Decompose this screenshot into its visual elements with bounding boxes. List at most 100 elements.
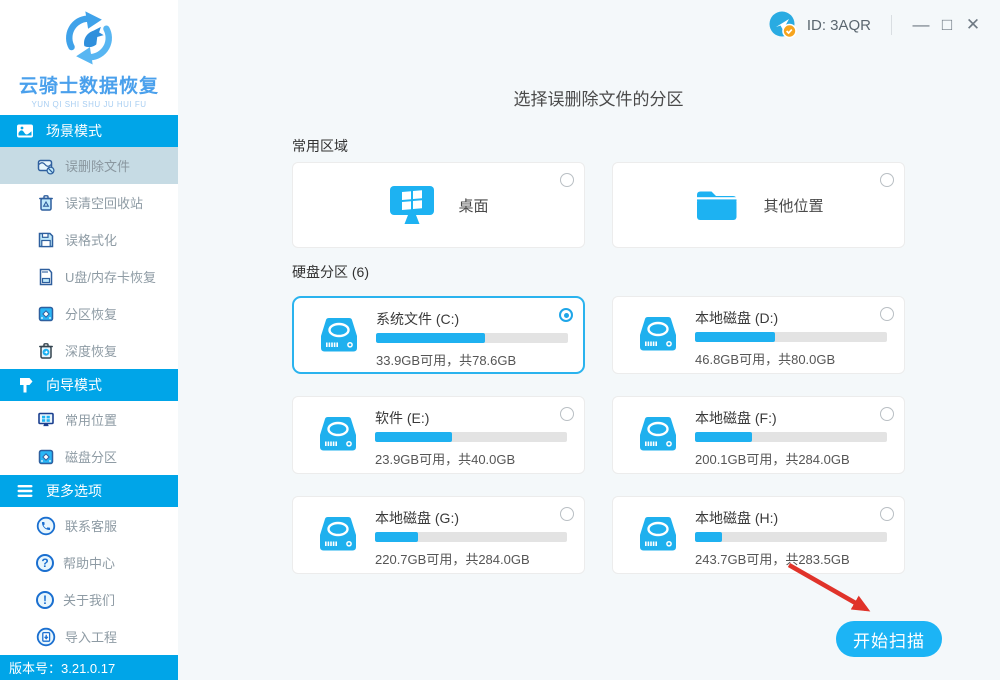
- phone-icon: [36, 516, 56, 535]
- partition-card-d[interactable]: 本地磁盘 (D:) 46.8GB可用，共80.0GB: [612, 296, 905, 374]
- sidebar-item-label: 帮助中心: [63, 556, 116, 571]
- sidebar-item-label: 分区恢复: [65, 307, 118, 322]
- sidebar-item-disk-partitions[interactable]: 磁盘分区: [0, 438, 178, 475]
- radio-partition-g[interactable]: [560, 507, 574, 521]
- partition-card-c[interactable]: 系统文件 (C:) 33.9GB可用，共78.6GB: [292, 296, 585, 374]
- capacity-bar-fill: [695, 332, 775, 342]
- location-card-label: 桌面: [458, 197, 489, 215]
- sidebar-item-about-us[interactable]: ! 关于我们: [0, 581, 178, 618]
- capacity-bar-fill: [695, 432, 752, 442]
- location-card-desktop[interactable]: 桌面: [292, 162, 585, 248]
- capacity-bar: [695, 532, 887, 542]
- app-logo-icon: [66, 11, 112, 65]
- partition-card-e[interactable]: 软件 (E:) 23.9GB可用，共40.0GB: [292, 396, 585, 474]
- partition-capacity: 46.8GB可用，共80.0GB: [695, 352, 836, 367]
- sidebar-item-deep-recovery[interactable]: 深度恢复: [0, 332, 178, 369]
- sidebar: 云骑士数据恢复 YUN QI SHI SHU JU HUI FU 场景模式 误删…: [0, 0, 178, 680]
- partition-card-f[interactable]: 本地磁盘 (F:) 200.1GB可用，共284.0GB: [612, 396, 905, 474]
- wizard-mode-icon: [20, 378, 33, 393]
- partition-card-g[interactable]: 本地磁盘 (G:) 220.7GB可用，共284.0GB: [292, 496, 585, 574]
- sidebar-item-label: 误删除文件: [65, 159, 131, 174]
- radio-partition-e[interactable]: [560, 407, 574, 421]
- partition-name: 本地磁盘 (F:): [695, 410, 777, 426]
- common-area-label: 常用区域: [292, 138, 348, 154]
- maximize-icon[interactable]: □: [934, 12, 960, 38]
- partition-card-h[interactable]: 本地磁盘 (H:) 243.7GB可用，共283.5GB: [612, 496, 905, 574]
- import-project-icon: [36, 627, 56, 646]
- section-label: 更多选项: [46, 483, 102, 499]
- partition-recovery-icon: [38, 306, 54, 321]
- sidebar-item-recycle-bin[interactable]: 误清空回收站: [0, 184, 178, 221]
- section-header-more-options: 更多选项: [0, 475, 178, 507]
- partition-capacity: 23.9GB可用，共40.0GB: [375, 452, 516, 467]
- section-header-scene-mode: 场景模式: [0, 115, 178, 147]
- usb-card-icon: [39, 268, 53, 285]
- exclamation-icon: !: [36, 590, 54, 609]
- sidebar-item-help-center[interactable]: ? 帮助中心: [0, 544, 178, 581]
- radio-partition-f[interactable]: [880, 407, 894, 421]
- start-scan-button[interactable]: 开始扫描: [836, 621, 942, 657]
- hard-drive-icon: [317, 515, 359, 558]
- desktop-icon: [390, 186, 435, 224]
- version-label: 版本号：3.21.0.17: [9, 661, 116, 676]
- close-icon[interactable]: ✕: [960, 12, 986, 38]
- capacity-bar: [375, 532, 567, 542]
- sidebar-item-label: 联系客服: [65, 519, 118, 534]
- capacity-bar-fill: [375, 532, 418, 542]
- sidebar-item-label: 常用位置: [65, 413, 118, 428]
- sidebar-item-usb-card-recovery[interactable]: U盘/内存卡恢复: [0, 258, 178, 295]
- more-options-icon: [17, 485, 33, 497]
- section-label: 向导模式: [46, 377, 102, 393]
- sidebar-item-label: 导入工程: [65, 630, 118, 645]
- minimize-icon[interactable]: —: [908, 12, 934, 38]
- deep-recovery-icon: [39, 342, 53, 359]
- sidebar-item-partition-recovery[interactable]: 分区恢复: [0, 295, 178, 332]
- partition-name: 本地磁盘 (D:): [695, 310, 779, 326]
- section-label: 场景模式: [46, 123, 102, 139]
- monitor-icon: [38, 412, 54, 426]
- disk-partition-icon: [38, 449, 54, 464]
- main-area: ID: 3AQR — □ ✕ 选择误删除文件的分区 常用区域 桌面 其他位置 硬…: [178, 0, 1000, 680]
- deleted-file-icon: [37, 159, 55, 175]
- sidebar-item-contact-support[interactable]: 联系客服: [0, 507, 178, 544]
- capacity-bar: [695, 332, 887, 342]
- sidebar-item-deleted-files[interactable]: 误删除文件: [0, 147, 178, 184]
- sidebar-item-label: 关于我们: [63, 593, 116, 608]
- hard-drive-icon: [637, 415, 679, 458]
- sidebar-item-import-project[interactable]: 导入工程: [0, 618, 178, 655]
- partition-name: 本地磁盘 (G:): [375, 510, 459, 526]
- sidebar-item-label: 误格式化: [65, 233, 118, 248]
- version-bar: 版本号：3.21.0.17: [0, 655, 178, 680]
- radio-partition-h[interactable]: [880, 507, 894, 521]
- partition-name: 系统文件 (C:): [376, 311, 460, 327]
- sidebar-item-format[interactable]: 误格式化: [0, 221, 178, 258]
- hard-drive-icon: [318, 316, 360, 359]
- location-card-other[interactable]: 其他位置: [612, 162, 905, 248]
- partition-name: 软件 (E:): [375, 410, 430, 426]
- app-title: 云骑士数据恢复: [18, 76, 159, 97]
- sidebar-item-label: U盘/内存卡恢复: [65, 270, 157, 285]
- radio-desktop[interactable]: [560, 173, 574, 187]
- section-header-wizard-mode: 向导模式: [0, 369, 178, 401]
- scene-mode-icon: [17, 124, 33, 138]
- sidebar-item-label: 误清空回收站: [65, 196, 144, 211]
- partition-section-label: 硬盘分区 (6): [292, 264, 369, 280]
- hard-drive-icon: [637, 515, 679, 558]
- question-icon: ?: [36, 553, 54, 572]
- location-card-label: 其他位置: [763, 197, 824, 215]
- sidebar-item-common-locations[interactable]: 常用位置: [0, 401, 178, 438]
- app-window: 云骑士数据恢复 YUN QI SHI SHU JU HUI FU 场景模式 误删…: [0, 0, 1000, 680]
- recycle-bin-icon: [39, 194, 53, 211]
- radio-partition-d[interactable]: [880, 307, 894, 321]
- partition-capacity: 243.7GB可用，共283.5GB: [695, 552, 850, 567]
- page-title: 选择误删除文件的分区: [513, 90, 684, 109]
- app-subtitle: YUN QI SHI SHU JU HUI FU: [31, 100, 147, 109]
- radio-partition-c[interactable]: [559, 308, 573, 322]
- titlebar: ID: 3AQR — □ ✕: [768, 10, 986, 40]
- capacity-bar-fill: [375, 432, 453, 442]
- partition-capacity: 200.1GB可用，共284.0GB: [695, 452, 850, 467]
- radio-other-location[interactable]: [880, 173, 894, 187]
- partition-name: 本地磁盘 (H:): [695, 510, 779, 526]
- titlebar-divider: [891, 15, 892, 35]
- partition-capacity: 220.7GB可用，共284.0GB: [375, 552, 530, 567]
